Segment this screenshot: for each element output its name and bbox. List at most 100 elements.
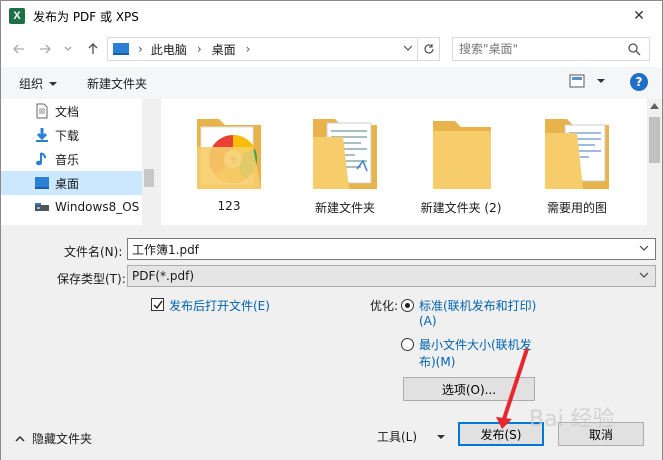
filetype-select[interactable]: PDF(*.pdf) <box>127 265 656 287</box>
filename-value: 工作簿1.pdf <box>132 242 199 257</box>
excel-app-icon: X <box>9 8 25 24</box>
folder-icon <box>197 119 261 189</box>
opt-minimum-radio[interactable] <box>401 338 414 351</box>
tools-label: 工具(L) <box>377 430 418 444</box>
filename-input[interactable]: 工作簿1.pdf <box>127 238 656 260</box>
chevron-up-icon <box>15 435 25 442</box>
filename-label: 文件名(N): <box>64 245 123 259</box>
window-title: 发布为 PDF 或 XPS <box>33 9 139 24</box>
caret-down-icon <box>49 81 58 86</box>
view-icon <box>569 74 585 88</box>
file-name: 123 <box>217 199 241 213</box>
opt-standard-label-line2[interactable]: (A) <box>419 314 437 328</box>
options-button[interactable]: 选项(O)... <box>403 377 535 401</box>
back-button[interactable] <box>9 39 29 59</box>
nav-item-downloads[interactable]: 下载 <box>1 123 156 147</box>
breadcrumb-chevron-icon: › <box>245 42 251 56</box>
file-name: 需要用的图 <box>546 201 607 215</box>
nav-item-drive[interactable]: Windows8_OS <box>1 195 156 219</box>
file-list: 123 新建文件夹 新建文件夹 (2) 需要用的图 <box>161 99 647 225</box>
help-button[interactable]: ? <box>630 73 648 91</box>
filetype-label: 保存类型(T): <box>57 272 126 286</box>
folder-icon <box>433 121 491 189</box>
dialog-window: X 发布为 PDF 或 XPS ✕ › 此电脑 › 桌面 › 搜索"桌面" 组织… <box>0 0 663 460</box>
nav-scrollbar[interactable] <box>142 99 156 225</box>
nav-item-documents[interactable]: 文档 <box>1 99 156 123</box>
organize-label: 组织 <box>19 77 44 91</box>
address-dropdown[interactable] <box>403 42 413 56</box>
folder-icon <box>545 119 609 189</box>
scroll-up-icon[interactable] <box>650 103 659 109</box>
recent-dropdown[interactable] <box>61 39 75 59</box>
folder-item[interactable]: 新建文件夹 <box>295 107 395 216</box>
view-options-button[interactable] <box>569 74 605 88</box>
close-icon: ✕ <box>633 8 645 24</box>
folder-item[interactable]: 123 <box>179 107 279 213</box>
nav-item-desktop[interactable]: 桌面 <box>1 171 156 195</box>
desktop-icon <box>113 43 129 55</box>
nav-item-label: 文档 <box>55 104 80 119</box>
nav-item-label: 音乐 <box>55 152 80 167</box>
file-name: 新建文件夹 (2) <box>420 201 502 215</box>
tools-menu[interactable]: 工具(L) <box>377 428 446 445</box>
save-options-area: 文件名(N): 工作簿1.pdf 保存类型(T): PDF(*.pdf) 发布后… <box>1 225 662 460</box>
opt-minimum-label-line1[interactable]: 最小文件大小(联机发 <box>419 336 532 353</box>
address-row: › 此电脑 › 桌面 › <box>1 31 662 67</box>
hide-folders-toggle[interactable]: 隐藏文件夹 <box>15 430 92 447</box>
caret-down-icon <box>437 434 446 439</box>
opt-standard-label-line1[interactable]: 标准(联机发布和打印) <box>419 297 536 314</box>
optimize-label: 优化: <box>370 299 399 313</box>
up-button[interactable] <box>83 39 103 59</box>
chevron-down-icon <box>639 272 649 278</box>
up-arrow-icon <box>88 43 98 54</box>
address-bar[interactable]: › 此电脑 › 桌面 › <box>107 37 440 61</box>
new-folder-label: 新建文件夹 <box>87 77 148 91</box>
nav-item-label: Windows8_OS <box>55 200 140 214</box>
breadcrumb-desktop[interactable]: 桌面 <box>212 41 236 58</box>
title-bar: X 发布为 PDF 或 XPS ✕ <box>1 1 662 31</box>
organize-menu[interactable]: 组织 <box>19 75 58 92</box>
breadcrumb-chevron-icon: › <box>138 42 143 56</box>
opt-standard-radio[interactable] <box>401 299 414 312</box>
nav-item-label: 桌面 <box>55 176 80 191</box>
nav-item-label: 下载 <box>55 128 80 143</box>
checkmark-icon <box>152 300 163 309</box>
search-box <box>452 37 650 61</box>
file-name: 新建文件夹 <box>314 201 375 215</box>
folder-item[interactable]: 需要用的图 <box>527 107 627 216</box>
help-icon: ? <box>635 75 643 89</box>
open-after-label[interactable]: 发布后打开文件(E) <box>169 297 270 314</box>
forward-button[interactable] <box>35 39 55 59</box>
command-toolbar: 组织 新建文件夹 ? <box>1 67 662 99</box>
caret-down-icon <box>597 79 605 83</box>
opt-minimum-label-line2[interactable]: 布)(M) <box>419 353 455 370</box>
drive-icon <box>35 203 49 211</box>
new-folder-button[interactable]: 新建文件夹 <box>87 75 147 92</box>
download-icon <box>36 128 48 142</box>
breadcrumb-chevron-icon: › <box>196 42 202 56</box>
filetype-value: PDF(*.pdf) <box>132 269 195 283</box>
publish-button[interactable]: 发布(S) <box>458 422 544 446</box>
breadcrumb-this-pc[interactable]: 此电脑 <box>151 41 187 58</box>
document-icon <box>36 103 48 119</box>
cancel-button[interactable]: 取消 <box>558 422 644 446</box>
search-icon[interactable] <box>627 42 641 56</box>
chevron-down-icon <box>64 46 72 51</box>
hide-folders-label: 隐藏文件夹 <box>32 432 93 446</box>
refresh-icon <box>423 44 434 54</box>
nav-item-music[interactable]: 音乐 <box>1 147 156 171</box>
chevron-down-icon <box>639 245 649 251</box>
desktop-icon <box>35 177 49 189</box>
open-after-checkbox[interactable] <box>151 298 164 311</box>
close-button[interactable]: ✕ <box>616 1 662 31</box>
file-scrollbar[interactable] <box>647 99 662 225</box>
navigation-pane: 文档 下载 音乐 桌面 Windows8_OS <box>1 99 156 225</box>
folder-item[interactable]: 新建文件夹 (2) <box>411 107 511 216</box>
refresh-button[interactable] <box>417 38 439 60</box>
file-scrollbar-thumb[interactable] <box>649 117 660 163</box>
back-arrow-icon <box>13 44 24 54</box>
nav-scrollbar-thumb[interactable] <box>144 169 154 187</box>
folder-icon <box>313 119 377 189</box>
search-input[interactable] <box>459 39 629 59</box>
forward-arrow-icon <box>40 44 51 54</box>
